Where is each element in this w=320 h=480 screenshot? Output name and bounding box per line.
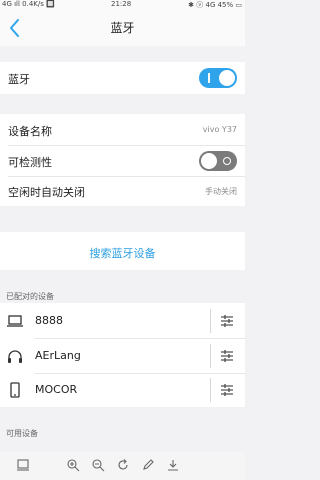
- device-name: MOCOR: [35, 383, 78, 396]
- toggle-off-mark: [223, 157, 231, 165]
- rotate-icon[interactable]: [116, 458, 130, 472]
- device-name-row[interactable]: 设备名称 vivo Y37: [0, 115, 245, 145]
- discoverable-label: 可检测性: [8, 156, 52, 169]
- toggle-knob: [219, 70, 235, 86]
- list-item[interactable]: MOCOR: [0, 372, 245, 408]
- download-icon[interactable]: [166, 458, 180, 472]
- divider: [210, 309, 211, 333]
- discoverable-row: 可检测性: [0, 146, 245, 176]
- idle-off-row[interactable]: 空闲时自动关闭 手动关闭: [0, 176, 245, 206]
- divider: [210, 378, 211, 402]
- toggle-knob: [201, 153, 217, 169]
- device-settings-icon[interactable]: [219, 313, 235, 329]
- phone-icon: [10, 382, 20, 398]
- search-card[interactable]: 搜索蓝牙设备: [0, 232, 245, 270]
- bluetooth-label: 蓝牙: [8, 73, 30, 86]
- laptop-icon: [7, 315, 23, 327]
- discoverable-toggle[interactable]: [199, 151, 237, 171]
- paired-devices-card: 8888 AErLang MOCOR: [0, 303, 245, 407]
- status-bar: 4G ıll 0.4K/s 🔲 21:28 ✱ ⓥ 4G 45% ▭: [0, 0, 245, 10]
- battery-status: ✱ ⓥ 4G 45% ▭: [188, 1, 242, 9]
- bottom-toolbar: [0, 452, 245, 480]
- list-item[interactable]: 8888: [0, 303, 245, 339]
- signal-status: 4G ıll 0.4K/s 🔲: [2, 0, 55, 8]
- paired-devices-header: 已配对的设备: [6, 292, 54, 301]
- idle-off-value: 手动关闭: [205, 187, 237, 196]
- device-name-label: 设备名称: [8, 125, 52, 138]
- device-name: AErLang: [35, 349, 81, 362]
- settings-card: 设备名称 vivo Y37 可检测性 空闲时自动关闭 手动关闭: [0, 114, 245, 206]
- bluetooth-toggle[interactable]: [199, 68, 237, 88]
- nav-bar: 蓝牙: [0, 10, 245, 46]
- edit-icon[interactable]: [141, 458, 155, 472]
- save-icon[interactable]: [16, 458, 30, 472]
- headphones-icon: [8, 350, 22, 363]
- divider: [210, 344, 211, 368]
- list-item[interactable]: AErLang: [0, 338, 245, 374]
- device-settings-icon[interactable]: [219, 382, 235, 398]
- bluetooth-card: 蓝牙: [0, 62, 245, 94]
- bluetooth-row: 蓝牙: [0, 63, 245, 93]
- page-title: 蓝牙: [110, 21, 135, 35]
- toggle-on-mark: [208, 73, 210, 83]
- device-name: 8888: [35, 314, 63, 327]
- zoom-in-icon[interactable]: [66, 458, 80, 472]
- zoom-out-icon[interactable]: [91, 458, 105, 472]
- available-devices-header: 可用设备: [6, 429, 38, 438]
- search-devices-link[interactable]: 搜索蓝牙设备: [0, 245, 245, 261]
- device-name-value: vivo Y37: [202, 125, 237, 134]
- status-time: 21:28: [111, 0, 132, 8]
- idle-off-label: 空闲时自动关闭: [8, 186, 85, 199]
- device-settings-icon[interactable]: [219, 348, 235, 364]
